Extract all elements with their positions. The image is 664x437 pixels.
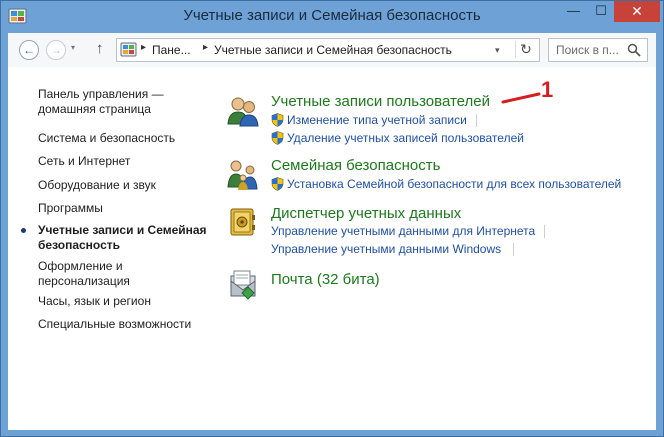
search-input[interactable]: Поиск в п... bbox=[548, 38, 648, 62]
breadcrumb-separator[interactable]: ▸ bbox=[203, 42, 208, 53]
minimize-button[interactable]: — bbox=[560, 1, 587, 22]
navigation-bar: ← → ▾ ↑ ▸ Пане... ▸ Учетные записи и Сем… bbox=[8, 33, 656, 67]
recent-pages-dropdown[interactable]: ▾ bbox=[71, 43, 75, 52]
up-button[interactable]: ↑ bbox=[96, 40, 104, 57]
address-bar[interactable]: ▸ Пане... ▸ Учетные записи и Семейная бе… bbox=[116, 38, 540, 62]
maximize-button[interactable]: ☐ bbox=[588, 1, 614, 22]
close-button[interactable]: ✕ bbox=[614, 1, 660, 22]
breadcrumb-control-panel[interactable]: Пане... bbox=[152, 43, 191, 57]
refresh-button[interactable]: ↻ bbox=[515, 41, 536, 58]
back-button[interactable]: ← bbox=[19, 40, 39, 60]
annotation-arrow bbox=[501, 92, 541, 104]
search-placeholder: Поиск в п... bbox=[556, 43, 619, 57]
annotation-number: 1 bbox=[541, 77, 554, 102]
title-bar: Учетные записи и Семейная безопасность —… bbox=[1, 1, 663, 33]
content-area: Панель управления — домашняя страница Си… bbox=[8, 67, 656, 430]
address-history-dropdown[interactable]: ▾ bbox=[495, 45, 500, 56]
control-panel-icon bbox=[120, 42, 137, 57]
search-icon[interactable] bbox=[627, 43, 641, 57]
breadcrumb-separator[interactable]: ▸ bbox=[141, 42, 146, 53]
forward-button[interactable]: → bbox=[46, 40, 66, 60]
breadcrumb-accounts[interactable]: Учетные записи и Семейная безопасность bbox=[214, 43, 452, 57]
window: Учетные записи и Семейная безопасность —… bbox=[0, 0, 664, 437]
